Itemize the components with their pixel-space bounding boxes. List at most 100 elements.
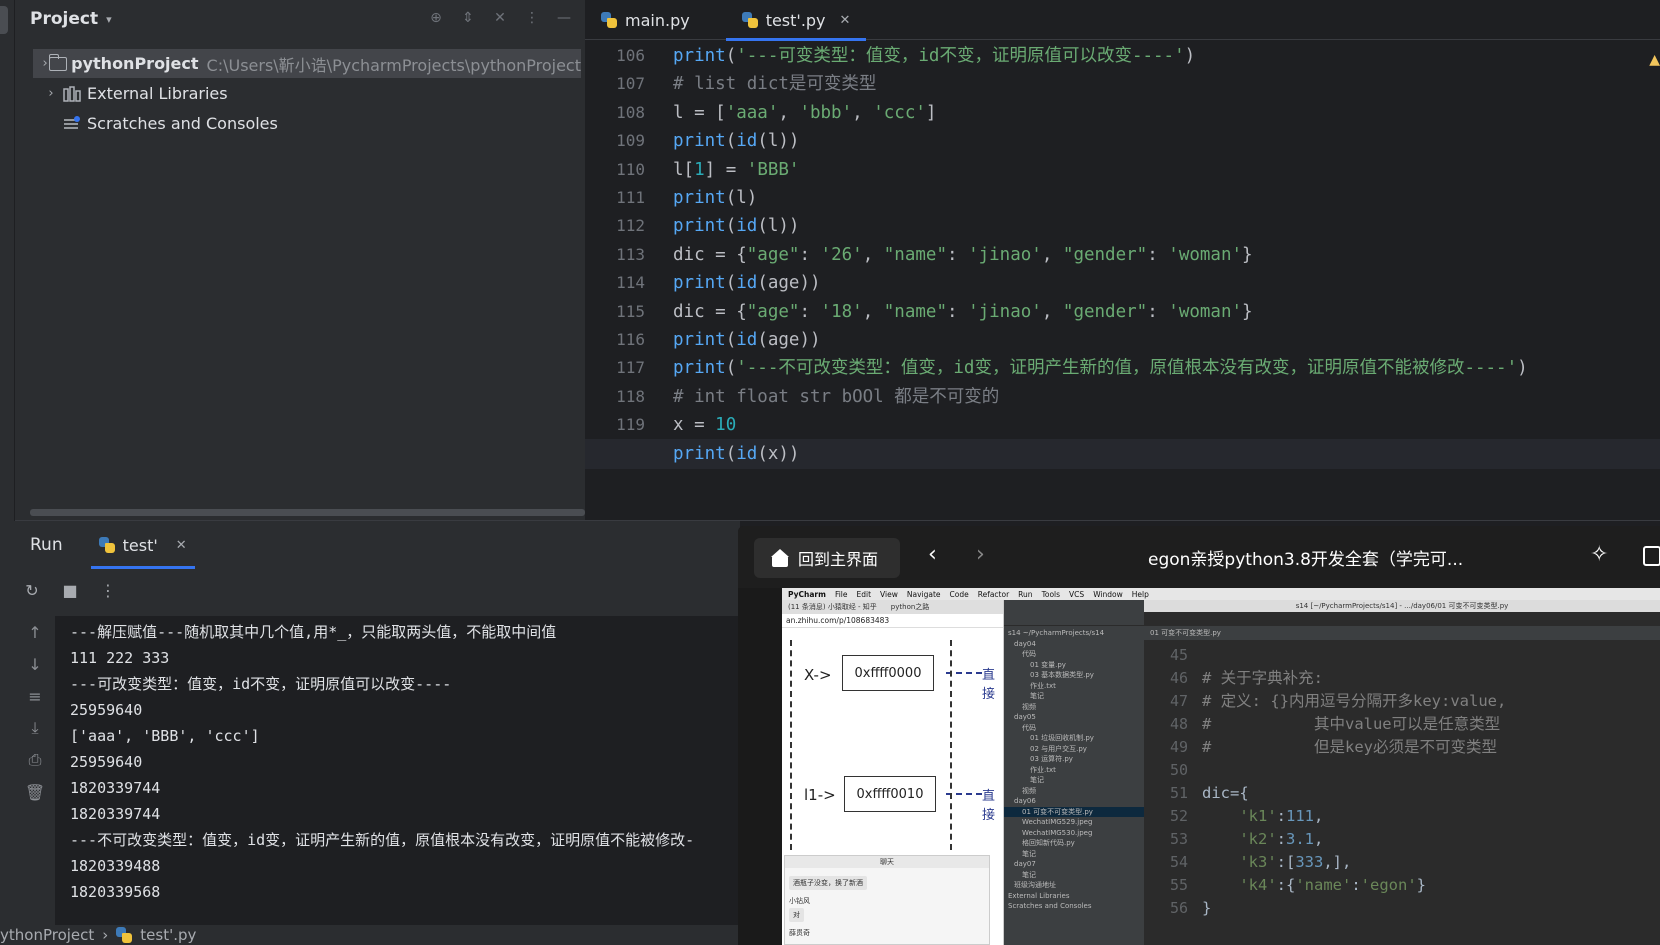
arrow-up-icon[interactable]: ↑ [15,616,55,648]
chat-window: 聊天 酒瓶子没变，换了新酒 小钻风 对 薛贯奇 [784,855,990,945]
video-tree-item: 01 垃圾回收机制.py [1030,734,1094,742]
forward-arrow-icon[interactable]: › [976,542,985,567]
diagram-x-box: 0xffff0000 [842,655,934,691]
video-menu-item: File [834,589,848,599]
arrow-down-icon[interactable]: ↓ [15,648,55,680]
expand-all-icon[interactable]: ⇕ [459,6,477,30]
code-line[interactable]: print(id(l)) [673,211,799,241]
chevron-right-icon[interactable]: › [41,86,61,101]
project-toolbar: ⊕ ⇕ ✕ ⋮ — [427,6,573,30]
more-options-icon[interactable]: ⋮ [96,578,120,602]
video-tree-item: 03 基本数据类型.py [1030,671,1094,679]
line-number: 106 [616,46,645,65]
video-code-line: 'k1':111, [1239,807,1324,825]
video-menu-item: Window [1093,589,1123,599]
window-icon[interactable] [1643,546,1660,566]
console-line: 25959640 [70,701,143,719]
pin-icon[interactable]: ✧ [1590,542,1608,567]
video-menu-item: Tools [1041,589,1061,599]
collapse-all-icon[interactable]: ✕ [491,6,509,30]
code-line[interactable]: # list dict是可变类型 [673,69,876,99]
close-icon[interactable]: ✕ [840,13,851,28]
run-panel: Run test' ✕ ↻ ■ ⋮ ↑ ↓ ≡ ⤓ ⎙ 🗑 ---解压赋值---… [0,521,740,945]
back-arrow-icon[interactable]: ‹ [928,542,937,567]
video-tree-item: 02 与用户交互.py [1030,744,1087,753]
video-tree-item: 视频 [1022,786,1036,795]
code-line[interactable]: print(id(x)) [585,438,1660,469]
scroll-to-end-icon[interactable]: ⤓ [15,712,55,744]
chevron-down-icon[interactable]: ▾ [106,13,112,26]
video-menu-item: Help [1131,589,1149,599]
console-line: 25959640 [70,753,143,771]
browser-tab: (11 条消息) 小猿取经 - 知乎 [788,603,877,611]
video-tree-item: day07 [1014,860,1036,868]
code-line[interactable]: print(id(age)) [673,325,821,355]
run-toolbar: ↻ ■ ⋮ [15,573,120,607]
diagram-divider [790,640,792,850]
video-tree-item: 笔记 [1022,849,1036,858]
code-line[interactable]: print(id(age)) [673,268,821,298]
tree-item-scratches[interactable]: Scratches and Consoles [61,109,278,138]
home-button[interactable]: 回到主界面 [754,538,900,578]
code-area[interactable]: print('---可变类型：值变，id不变，证明原值可以改变----') # l… [585,40,1660,520]
tree-item-label: pythonProject [71,54,199,73]
status-bar: ythonProject › test'.py [0,925,740,945]
code-line[interactable]: l[1] = 'BBB' [673,155,799,185]
more-options-icon[interactable]: ⋮ [523,6,541,30]
console-output[interactable]: ---解压赋值---随机取其中几个值,用*_，只能取两头值，不能取中间值 111 … [55,616,740,945]
horizontal-scrollbar[interactable] [30,509,585,516]
soft-wrap-icon[interactable]: ≡ [15,680,55,712]
python-file-icon [601,12,617,28]
video-line-number: 51 [1169,784,1188,802]
rerun-icon[interactable]: ↻ [20,578,44,602]
video-code-line: # 关于字典补充: [1202,669,1323,687]
console-line: 1820339744 [70,779,161,797]
code-line[interactable]: print(id(l)) [673,126,799,156]
code-line[interactable]: x = 10 [673,410,736,440]
tab-test-py[interactable]: test'.py ✕ [725,0,867,41]
video-tree-item: s14 ~/PycharmProjects/s14 [1008,629,1105,637]
warning-icon[interactable]: ▲ [1649,52,1660,68]
trash-icon[interactable]: 🗑 [15,776,55,808]
video-tree-item: Scratches and Consoles [1008,902,1092,910]
breadcrumb-project[interactable]: ythonProject [0,926,94,944]
video-line-number: 50 [1169,761,1188,779]
code-line[interactable]: dic = {"age": '26', "name": 'jinao', "ge… [673,240,1253,270]
tab-main-py[interactable]: main.py [585,0,706,40]
chevron-right-icon[interactable]: › [41,56,49,71]
chat-title: 聊天 [785,856,989,868]
run-tab-label: test' [122,535,158,555]
video-tree-item: 作业.txt [1030,765,1056,774]
code-line[interactable]: print('---可变类型：值变，id不变，证明原值可以改变----') [673,41,1195,71]
code-line[interactable]: l = ['aaa', 'bbb', 'ccc'] [673,98,936,128]
run-tab-test[interactable]: test' ✕ [90,521,195,569]
tool-window-handle[interactable] [0,6,8,34]
run-header: Run test' ✕ [0,521,740,569]
video-line-number: 54 [1169,853,1188,871]
tree-item-external-libraries[interactable]: › External Libraries [41,79,227,108]
chevron-right-icon: › [102,926,109,944]
video-tree-item: 01 可变不可变类型.py [1004,806,1144,817]
scratches-icon [61,115,83,133]
breadcrumb-file[interactable]: test'.py [140,926,196,944]
locate-icon[interactable]: ⊕ [427,6,445,30]
hide-panel-icon[interactable]: — [555,6,573,30]
video-tree-item: 班级沟通地址 [1014,881,1056,889]
print-icon[interactable]: ⎙ [15,744,55,776]
video-line-number: 48 [1169,715,1188,733]
video-frame[interactable]: PyCharm File Edit View Navigate Code Refactor R… [782,588,1660,945]
code-line[interactable]: dic = {"age": '18', "name": 'jinao', "ge… [673,297,1253,327]
code-line[interactable]: print(l) [673,183,757,213]
video-code-line: # 定义: {}内用逗号分隔开多key:value, [1202,692,1507,710]
video-tree-item: 代码 [1022,723,1036,732]
stop-icon[interactable]: ■ [58,578,82,602]
close-icon[interactable]: ✕ [176,538,187,553]
video-code-line: 'k3':[333,], [1239,853,1352,871]
project-title[interactable]: Project [30,9,98,29]
video-tree-item: 01 变量.py [1030,660,1066,669]
tree-item-pythonproject[interactable]: › pythonProject C:\Users\靳小诰\PycharmProj… [33,49,581,78]
code-line[interactable]: # int float str bOOl 都是不可变的 [673,382,999,412]
home-button-label: 回到主界面 [798,550,879,569]
code-line[interactable]: print('---不可改变类型：值变，id变，证明产生新的值，原值根本没有改变… [673,353,1528,383]
chat-message: 酒瓶子没变，换了新酒 [789,876,867,890]
